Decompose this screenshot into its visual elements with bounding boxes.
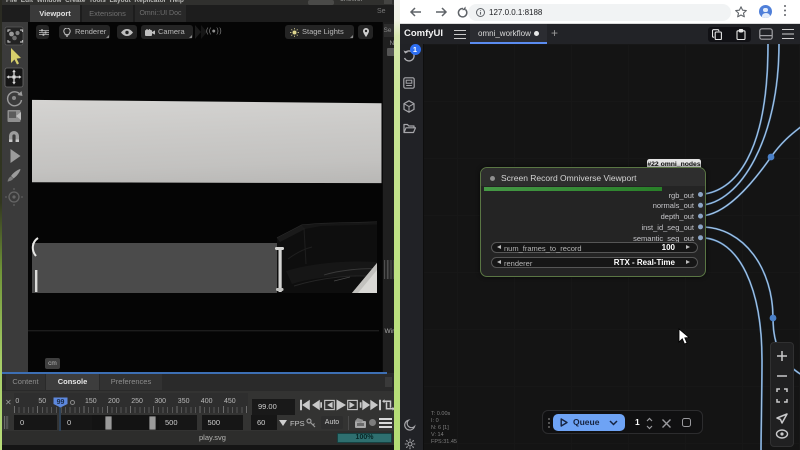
svg-text:99: 99	[57, 399, 65, 406]
